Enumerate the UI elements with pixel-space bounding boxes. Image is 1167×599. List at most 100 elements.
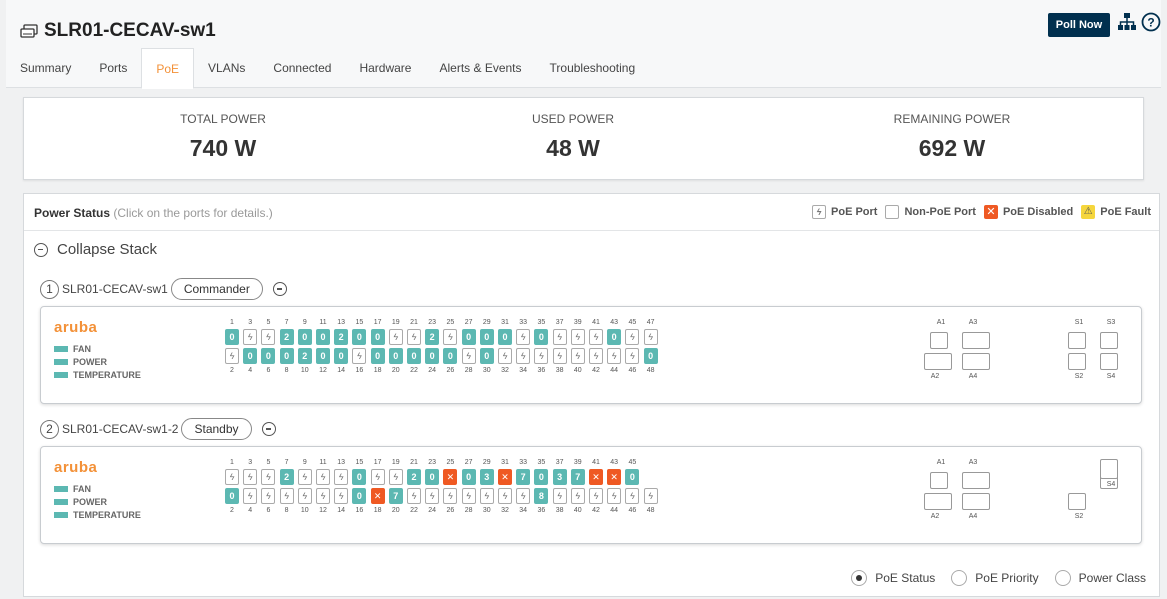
port[interactable]: 0 — [443, 348, 458, 364]
tab-connected[interactable]: Connected — [259, 48, 345, 88]
port[interactable]: ϟ — [607, 488, 622, 504]
port[interactable]: ϟ — [370, 469, 385, 485]
port[interactable]: ϟ — [388, 329, 403, 345]
port[interactable]: ϟ — [589, 329, 603, 345]
port[interactable]: 0 — [534, 469, 549, 485]
uplink-port[interactable] — [1068, 493, 1086, 510]
uplink-port[interactable] — [1068, 332, 1086, 349]
radio-power-class[interactable] — [1054, 570, 1071, 586]
radio-poe-priority[interactable] — [951, 570, 968, 586]
uplink-port[interactable] — [930, 332, 948, 349]
port[interactable]: ϟ — [352, 348, 367, 364]
port[interactable]: ϟ — [407, 329, 421, 345]
port[interactable]: ϟ — [552, 488, 567, 504]
port[interactable]: 0 — [479, 329, 494, 345]
port[interactable]: ϟ — [516, 488, 531, 504]
port[interactable]: ϟ — [534, 348, 549, 364]
port[interactable]: ϟ — [552, 348, 567, 364]
port[interactable]: ϟ — [225, 469, 239, 485]
tab-poe[interactable]: PoE — [141, 48, 195, 89]
poll-now-button[interactable]: Poll Now — [1048, 13, 1110, 37]
collapse-member-icon[interactable] — [261, 422, 276, 436]
port-disabled[interactable]: ✕ — [498, 469, 512, 485]
port[interactable]: ϟ — [334, 488, 349, 504]
port[interactable]: 0 — [461, 329, 476, 345]
port[interactable]: 0 — [498, 329, 512, 345]
port[interactable]: ϟ — [570, 329, 585, 345]
port[interactable]: ϟ — [643, 329, 658, 345]
tab-alerts-events[interactable]: Alerts & Events — [425, 48, 535, 88]
tab-vlans[interactable]: VLANs — [194, 48, 259, 88]
port[interactable]: 0 — [316, 329, 330, 345]
port[interactable]: 0 — [225, 488, 239, 504]
port[interactable]: 0 — [643, 348, 658, 364]
port[interactable]: 7 — [516, 469, 531, 485]
port[interactable]: 0 — [352, 488, 367, 504]
port[interactable]: ϟ — [643, 488, 658, 504]
port[interactable]: 2 — [425, 329, 440, 345]
port-disabled[interactable]: ✕ — [607, 469, 622, 485]
port[interactable]: 0 — [261, 348, 276, 364]
port[interactable]: 2 — [279, 329, 294, 345]
port[interactable]: 0 — [479, 348, 494, 364]
port[interactable]: ϟ — [243, 469, 258, 485]
port[interactable]: ϟ — [516, 348, 531, 364]
port[interactable]: ϟ — [297, 488, 312, 504]
port[interactable]: ϟ — [625, 348, 640, 364]
collapse-member-icon[interactable] — [272, 282, 287, 296]
port[interactable]: 0 — [461, 469, 476, 485]
port[interactable]: ϟ — [297, 469, 312, 485]
tab-ports[interactable]: Ports — [85, 48, 141, 88]
port[interactable]: ϟ — [461, 348, 476, 364]
uplink-port[interactable] — [962, 353, 990, 370]
port[interactable]: 3 — [479, 469, 494, 485]
port[interactable]: ϟ — [407, 488, 421, 504]
port[interactable]: ϟ — [443, 329, 458, 345]
port[interactable]: ϟ — [225, 348, 239, 364]
port[interactable]: 2 — [279, 469, 294, 485]
port[interactable]: 0 — [625, 469, 640, 485]
port[interactable]: 0 — [225, 329, 239, 345]
port[interactable]: 0 — [407, 348, 421, 364]
port[interactable]: ϟ — [243, 488, 258, 504]
port[interactable]: 0 — [388, 348, 403, 364]
port[interactable]: 7 — [570, 469, 585, 485]
collapse-stack-toggle[interactable]: Collapse Stack — [34, 241, 157, 258]
uplink-port[interactable] — [924, 493, 952, 510]
port-disabled[interactable]: ✕ — [589, 469, 603, 485]
port[interactable]: 2 — [334, 329, 349, 345]
uplink-port[interactable] — [962, 332, 990, 349]
port[interactable]: ϟ — [279, 488, 294, 504]
uplink-port[interactable] — [1100, 459, 1118, 479]
port[interactable]: 0 — [425, 469, 440, 485]
uplink-port[interactable] — [962, 472, 990, 489]
port[interactable]: ϟ — [461, 488, 476, 504]
port[interactable]: ϟ — [316, 488, 330, 504]
port[interactable]: ϟ — [570, 348, 585, 364]
port[interactable]: ϟ — [552, 329, 567, 345]
port[interactable]: 2 — [297, 348, 312, 364]
port[interactable]: ϟ — [589, 348, 603, 364]
port[interactable]: 0 — [425, 348, 440, 364]
radio-poe-status[interactable] — [851, 570, 868, 586]
port[interactable]: 8 — [534, 488, 549, 504]
port-disabled[interactable]: ✕ — [443, 469, 458, 485]
port-disabled[interactable]: ✕ — [370, 488, 385, 504]
port[interactable]: ϟ — [607, 348, 622, 364]
help-icon[interactable]: ? — [1141, 12, 1161, 32]
port[interactable]: ϟ — [334, 469, 349, 485]
port[interactable]: 0 — [370, 348, 385, 364]
port[interactable]: 0 — [297, 329, 312, 345]
port[interactable]: 0 — [352, 329, 367, 345]
uplink-port[interactable] — [1100, 353, 1118, 370]
tab-hardware[interactable]: Hardware — [345, 48, 425, 88]
tab-troubleshooting[interactable]: Troubleshooting — [536, 48, 650, 88]
uplink-port[interactable] — [962, 493, 990, 510]
port[interactable]: ϟ — [625, 329, 640, 345]
port[interactable]: 0 — [370, 329, 385, 345]
port[interactable]: 0 — [607, 329, 622, 345]
port[interactable]: 0 — [279, 348, 294, 364]
port[interactable]: ϟ — [316, 469, 330, 485]
port[interactable]: ϟ — [425, 488, 440, 504]
topology-icon[interactable] — [1117, 12, 1137, 32]
